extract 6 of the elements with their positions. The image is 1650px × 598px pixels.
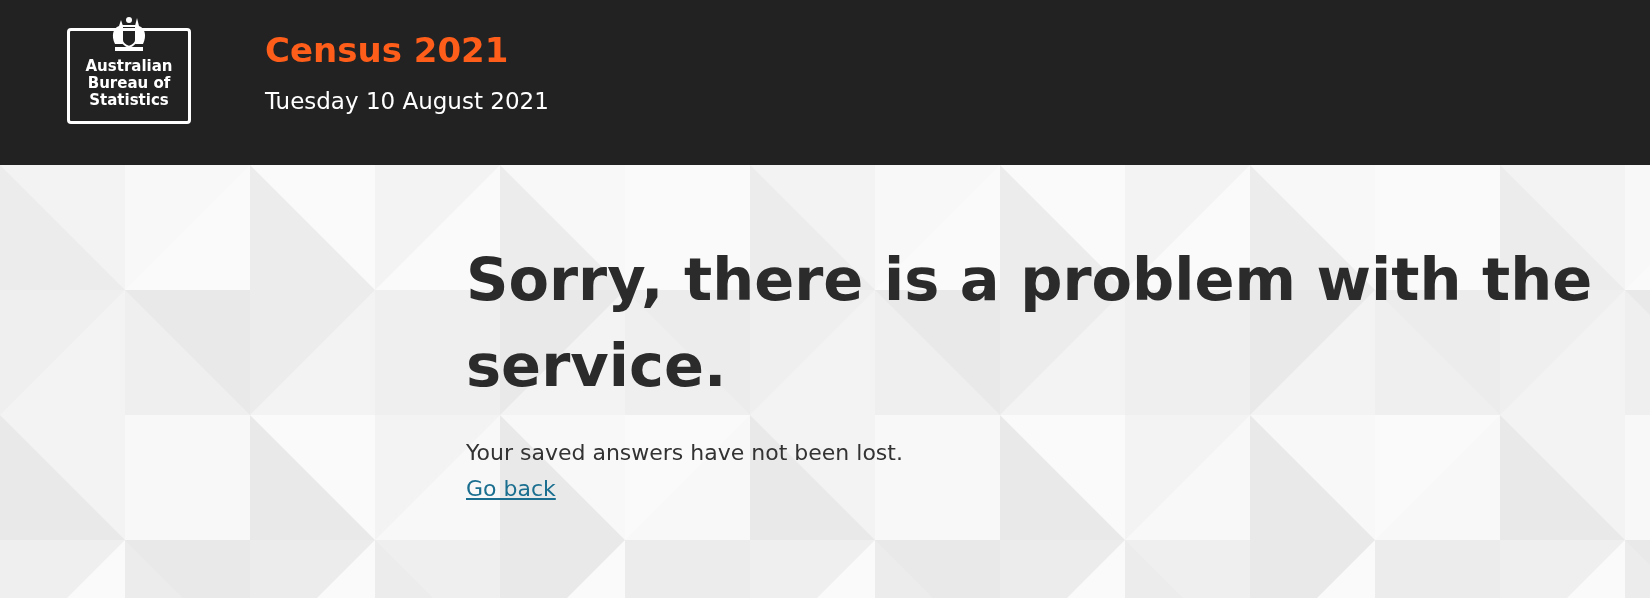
error-message: Your saved answers have not been lost. bbox=[466, 439, 904, 467]
date-label: Tuesday 10 August 2021 bbox=[265, 87, 549, 116]
logo[interactable]: Australian Bureau of Statistics bbox=[67, 28, 191, 124]
go-back-link[interactable]: Go back bbox=[466, 476, 556, 501]
error-heading: Sorry, there is a problem with the service. bbox=[466, 244, 1594, 402]
census-title: Census 2021 bbox=[265, 29, 510, 72]
